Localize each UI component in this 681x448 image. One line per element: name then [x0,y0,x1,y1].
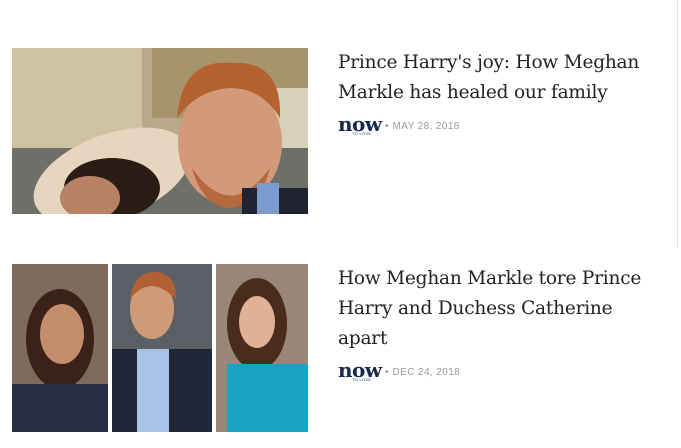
logo-wordmark: now [338,358,382,382]
article-title[interactable]: How Meghan Markle tore Prince Harry and … [338,264,648,354]
logo-subtext: TO LOVE [352,131,372,136]
right-edge-divider [677,0,678,248]
article-card[interactable]: Prince Harry's joy: How Meghan Markle ha… [12,48,662,214]
article-thumbnail[interactable] [12,48,308,214]
logo-wordmark: now [338,112,382,136]
article-date: MAY 28, 2018 [392,120,460,132]
article-meta: now TO LOVE • DEC 24, 2018 [338,358,461,382]
now-to-love-logo[interactable]: now TO LOVE [338,112,382,136]
article-thumbnail[interactable] [12,264,308,432]
article-title[interactable]: Prince Harry's joy: How Meghan Markle ha… [338,48,648,108]
article-meta: now TO LOVE • MAY 28, 2018 [338,112,460,136]
article-date: DEC 24, 2018 [392,366,461,378]
article-card[interactable]: How Meghan Markle tore Prince Harry and … [12,264,662,432]
logo-subtext: TO LOVE [352,377,372,382]
meta-separator: • [385,120,389,132]
meta-separator: • [385,366,389,378]
now-to-love-logo[interactable]: now TO LOVE [338,358,382,382]
